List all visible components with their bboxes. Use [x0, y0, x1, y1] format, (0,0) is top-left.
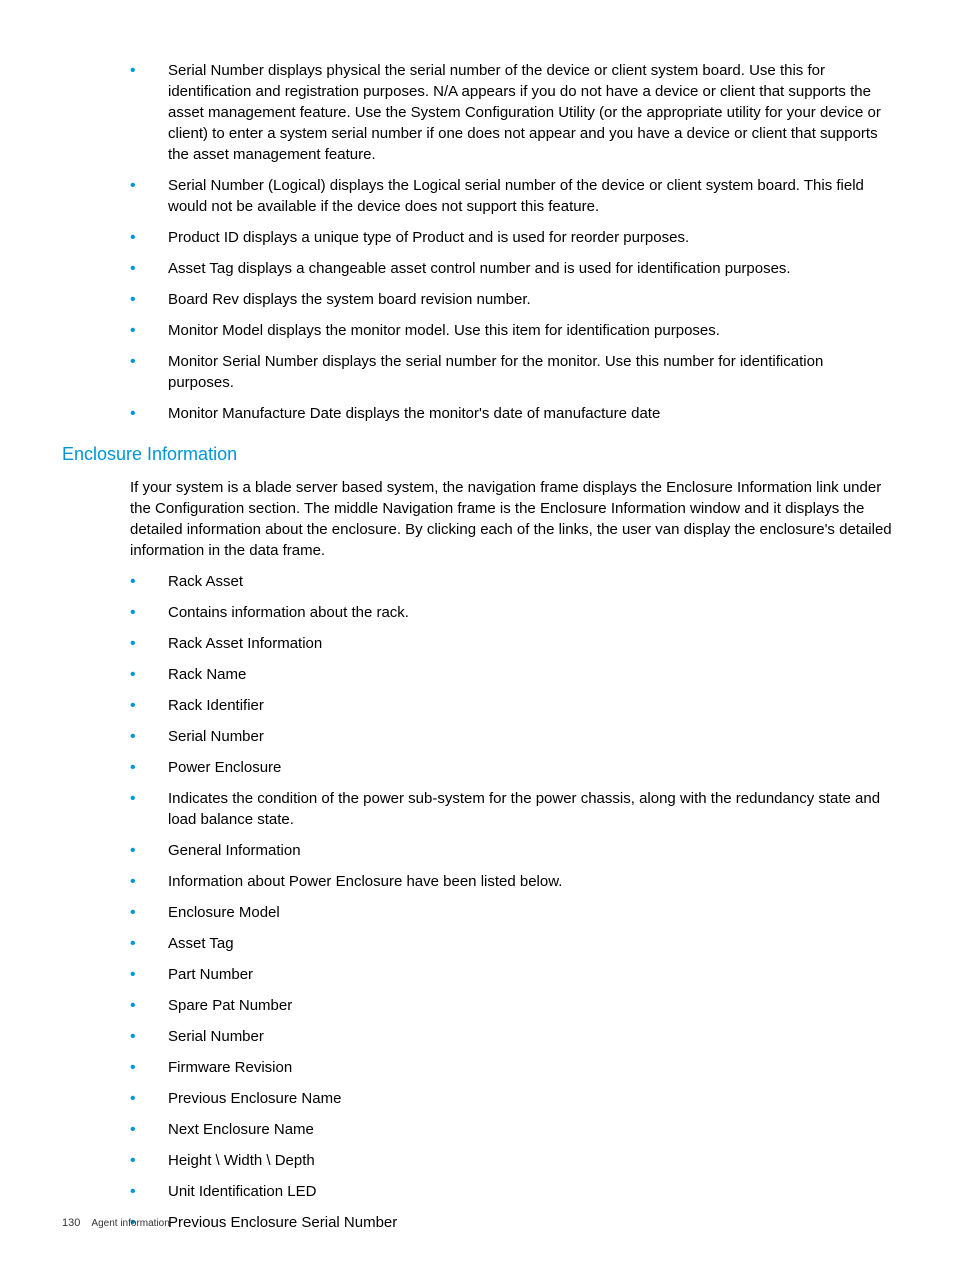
- list-item: Board Rev displays the system board revi…: [130, 289, 892, 310]
- top-bullet-list: Serial Number displays physical the seri…: [130, 60, 892, 424]
- list-item: Previous Enclosure Serial Number: [130, 1212, 892, 1233]
- list-item: Rack Asset Information: [130, 633, 892, 654]
- enclosure-bullet-list: Rack Asset Contains information about th…: [130, 571, 892, 1233]
- list-item: Asset Tag: [130, 933, 892, 954]
- list-item: Information about Power Enclosure have b…: [130, 871, 892, 892]
- list-item: Monitor Serial Number displays the seria…: [130, 351, 892, 393]
- list-item: Unit Identification LED: [130, 1181, 892, 1202]
- list-item: General Information: [130, 840, 892, 861]
- page-number: 130: [62, 1217, 80, 1229]
- list-item: Height \ Width \ Depth: [130, 1150, 892, 1171]
- list-item: Indicates the condition of the power sub…: [130, 788, 892, 830]
- page-footer: 130 Agent information: [62, 1216, 170, 1231]
- list-item: Serial Number: [130, 726, 892, 747]
- list-item: Product ID displays a unique type of Pro…: [130, 227, 892, 248]
- footer-label: Agent information: [91, 1218, 169, 1229]
- list-item: Rack Identifier: [130, 695, 892, 716]
- list-item: Rack Asset: [130, 571, 892, 592]
- list-item: Serial Number (Logical) displays the Log…: [130, 175, 892, 217]
- section-intro-text: If your system is a blade server based s…: [130, 477, 892, 561]
- list-item: Next Enclosure Name: [130, 1119, 892, 1140]
- list-item: Contains information about the rack.: [130, 602, 892, 623]
- list-item: Serial Number displays physical the seri…: [130, 60, 892, 165]
- list-item: Spare Pat Number: [130, 995, 892, 1016]
- list-item: Firmware Revision: [130, 1057, 892, 1078]
- list-item: Asset Tag displays a changeable asset co…: [130, 258, 892, 279]
- list-item: Enclosure Model: [130, 902, 892, 923]
- list-item: Part Number: [130, 964, 892, 985]
- list-item: Monitor Manufacture Date displays the mo…: [130, 403, 892, 424]
- section-heading: Enclosure Information: [62, 442, 892, 467]
- list-item: Power Enclosure: [130, 757, 892, 778]
- list-item: Previous Enclosure Name: [130, 1088, 892, 1109]
- list-item: Rack Name: [130, 664, 892, 685]
- list-item: Monitor Model displays the monitor model…: [130, 320, 892, 341]
- list-item: Serial Number: [130, 1026, 892, 1047]
